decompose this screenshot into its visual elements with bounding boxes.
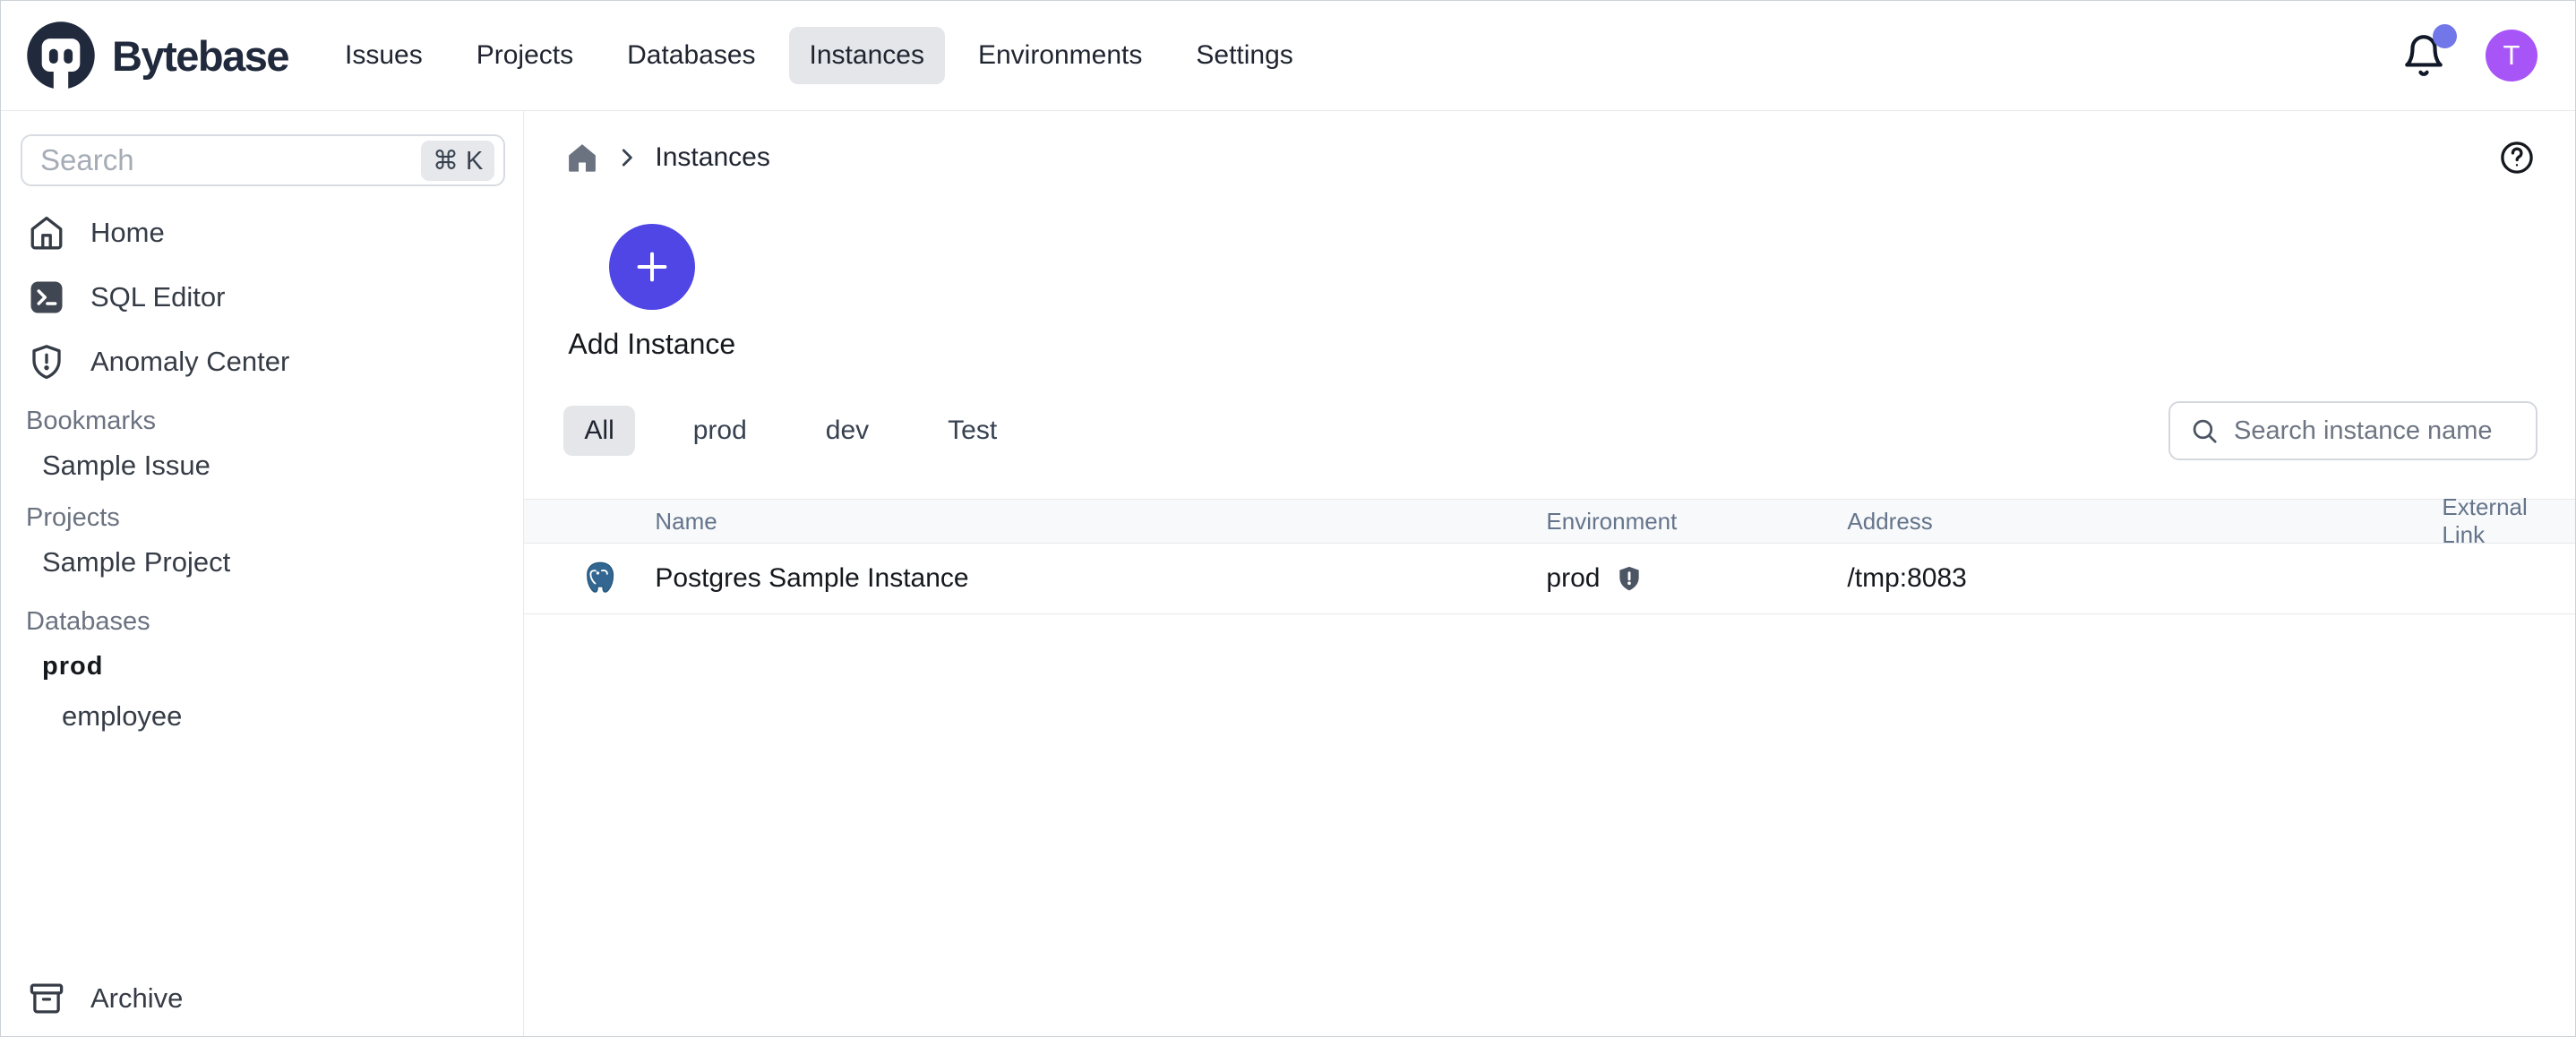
sidebar: ⌘ K Home SQL Editor: [1, 111, 524, 1036]
add-instance-block: Add Instance: [568, 224, 735, 362]
instance-search-box[interactable]: [2168, 401, 2537, 460]
column-header-external-link: External Link: [2442, 493, 2575, 549]
sidebar-item-sample-project[interactable]: Sample Project: [1, 537, 523, 587]
instance-table-row[interactable]: Postgres Sample Instance prod /tmp:8083: [524, 544, 2575, 614]
brand-name: Bytebase: [112, 31, 288, 81]
primary-nav: Issues Projects Databases Instances Envi…: [324, 27, 1314, 84]
env-tab-test[interactable]: Test: [927, 406, 1018, 456]
instance-name: Postgres Sample Instance: [655, 563, 968, 594]
env-tab-all[interactable]: All: [563, 406, 634, 456]
user-avatar[interactable]: T: [2486, 30, 2537, 81]
column-header-name: Name: [524, 508, 1546, 536]
plus-icon: [631, 246, 673, 287]
sidebar-item-env-prod[interactable]: prod: [1, 641, 523, 691]
sidebar-item-db-employee[interactable]: employee: [1, 691, 523, 741]
bytebase-logo[interactable]: Bytebase: [24, 19, 288, 92]
archive-icon: [28, 980, 65, 1017]
sidebar-item-anomaly-center[interactable]: Anomaly Center: [1, 330, 523, 394]
sidebar-item-label: Home: [90, 217, 165, 249]
sidebar-search-input[interactable]: [40, 143, 421, 177]
instance-address: /tmp:8083: [1847, 563, 2442, 594]
search-shortcut-badge: ⌘ K: [421, 141, 494, 181]
column-header-address: Address: [1847, 508, 2442, 536]
nav-item-projects[interactable]: Projects: [456, 27, 594, 84]
instance-table-header: Name Environment Address External Link: [524, 499, 2575, 544]
breadcrumb-current: Instances: [655, 142, 769, 173]
sidebar-item-archive[interactable]: Archive: [1, 966, 523, 1031]
column-header-environment: Environment: [1546, 508, 1847, 536]
top-navbar: Bytebase Issues Projects Databases Insta…: [1, 1, 2575, 111]
sidebar-item-sample-issue[interactable]: Sample Issue: [1, 441, 523, 491]
nav-item-instances[interactable]: Instances: [789, 27, 945, 84]
instance-table: Name Environment Address External Link P…: [524, 499, 2575, 614]
sidebar-item-label: SQL Editor: [90, 281, 225, 313]
instance-environment: prod: [1546, 563, 1600, 594]
sidebar-spacer: [1, 741, 523, 966]
add-instance-button[interactable]: [609, 224, 695, 310]
sidebar-section-bookmarks: Bookmarks: [1, 401, 523, 441]
topnav-right: T: [2401, 30, 2537, 81]
nav-item-databases[interactable]: Databases: [606, 27, 776, 84]
sidebar-section-projects: Projects: [1, 498, 523, 537]
env-tab-dev[interactable]: dev: [805, 406, 889, 456]
breadcrumb-home-icon[interactable]: [565, 141, 599, 175]
nav-item-issues[interactable]: Issues: [324, 27, 443, 84]
app-window: Bytebase Issues Projects Databases Insta…: [0, 0, 2576, 1037]
home-icon: [28, 214, 65, 252]
chevron-right-icon: [614, 144, 640, 171]
sidebar-item-label: Anomaly Center: [90, 346, 289, 378]
bytebase-logo-icon: [24, 19, 98, 92]
search-icon: [2190, 416, 2220, 446]
sidebar-section-databases: Databases: [1, 602, 523, 641]
sidebar-item-label: Archive: [90, 982, 183, 1015]
terminal-icon: [28, 279, 65, 316]
add-instance-label: Add Instance: [568, 328, 735, 362]
notifications-button[interactable]: [2401, 33, 2446, 78]
unread-notification-dot: [2433, 24, 2457, 48]
shield-alert-icon: [28, 343, 65, 381]
instance-search-input[interactable]: [2234, 416, 2520, 446]
sidebar-search-box[interactable]: ⌘ K: [21, 134, 505, 186]
sidebar-item-home[interactable]: Home: [1, 201, 523, 265]
instance-filter-row: All prod dev Test: [563, 401, 2537, 460]
breadcrumb: Instances: [524, 111, 2575, 204]
nav-item-environments[interactable]: Environments: [957, 27, 1163, 84]
postgresql-icon: [580, 559, 620, 598]
help-icon[interactable]: [2498, 139, 2536, 176]
protected-environment-shield-icon: [1615, 564, 1644, 593]
main-content: Instances Add Instance All prod de: [524, 111, 2575, 1036]
sidebar-item-sql-editor[interactable]: SQL Editor: [1, 265, 523, 330]
env-tab-prod[interactable]: prod: [673, 406, 768, 456]
nav-item-settings[interactable]: Settings: [1175, 27, 1313, 84]
